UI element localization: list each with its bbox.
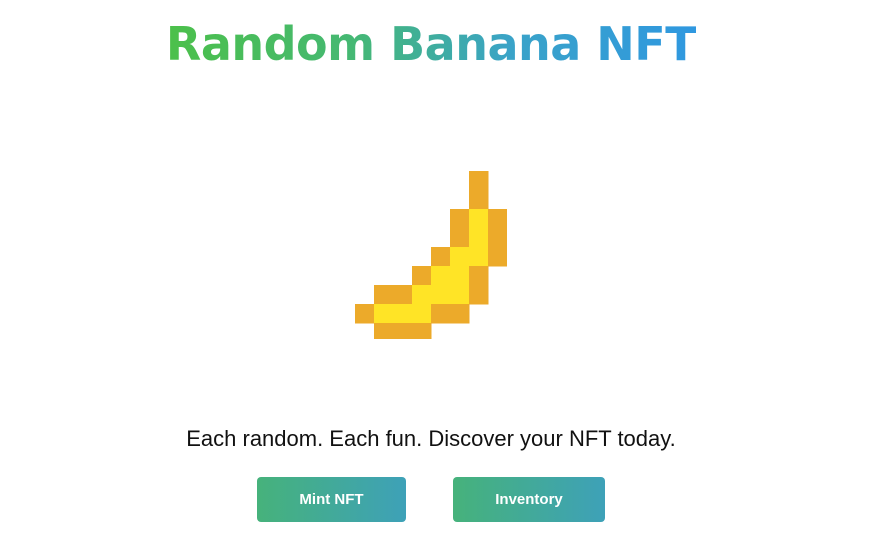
banana-pixel	[431, 266, 451, 286]
banana-pixel	[412, 323, 432, 339]
banana-pixel	[393, 304, 413, 324]
banana-pixel	[469, 171, 489, 191]
banana-pixel	[374, 285, 394, 305]
page-title-text: Random Banana NFT	[165, 17, 697, 71]
banana-pixel	[450, 304, 470, 324]
banana-pixel	[469, 247, 489, 267]
banana-pixel	[393, 323, 413, 339]
banana-pixel	[469, 209, 489, 229]
banana-pixel	[488, 228, 507, 248]
tagline: Each random. Each fun. Discover your NFT…	[186, 426, 676, 451]
banana-pixel	[469, 190, 489, 210]
banana-pixel	[374, 323, 394, 339]
banana-pixel	[469, 228, 489, 248]
banana-pixel	[431, 247, 451, 267]
banana-pixel	[450, 209, 470, 229]
banana-pixel	[488, 209, 507, 229]
banana-pixel	[488, 247, 507, 267]
banana-pixel	[374, 304, 394, 324]
pixel-banana-icon	[355, 171, 507, 339]
banana-pixel	[412, 304, 432, 324]
mint-nft-button[interactable]: Mint NFT	[257, 477, 406, 522]
banana-pixel	[393, 285, 413, 305]
banana-pixel	[469, 266, 489, 286]
banana-pixel	[450, 228, 470, 248]
inventory-button[interactable]: Inventory	[453, 477, 605, 522]
banana-pixel	[469, 285, 489, 305]
banana-pixel	[450, 247, 470, 267]
banana-pixel	[450, 266, 470, 286]
banana-pixel	[431, 304, 451, 324]
banana-pixel	[450, 285, 470, 305]
banana-pixel	[412, 285, 432, 305]
banana-pixel	[412, 266, 432, 286]
page-title: Random Banana NFT	[0, 14, 862, 74]
banana-pixel	[355, 304, 375, 324]
banana-pixel	[431, 285, 451, 305]
